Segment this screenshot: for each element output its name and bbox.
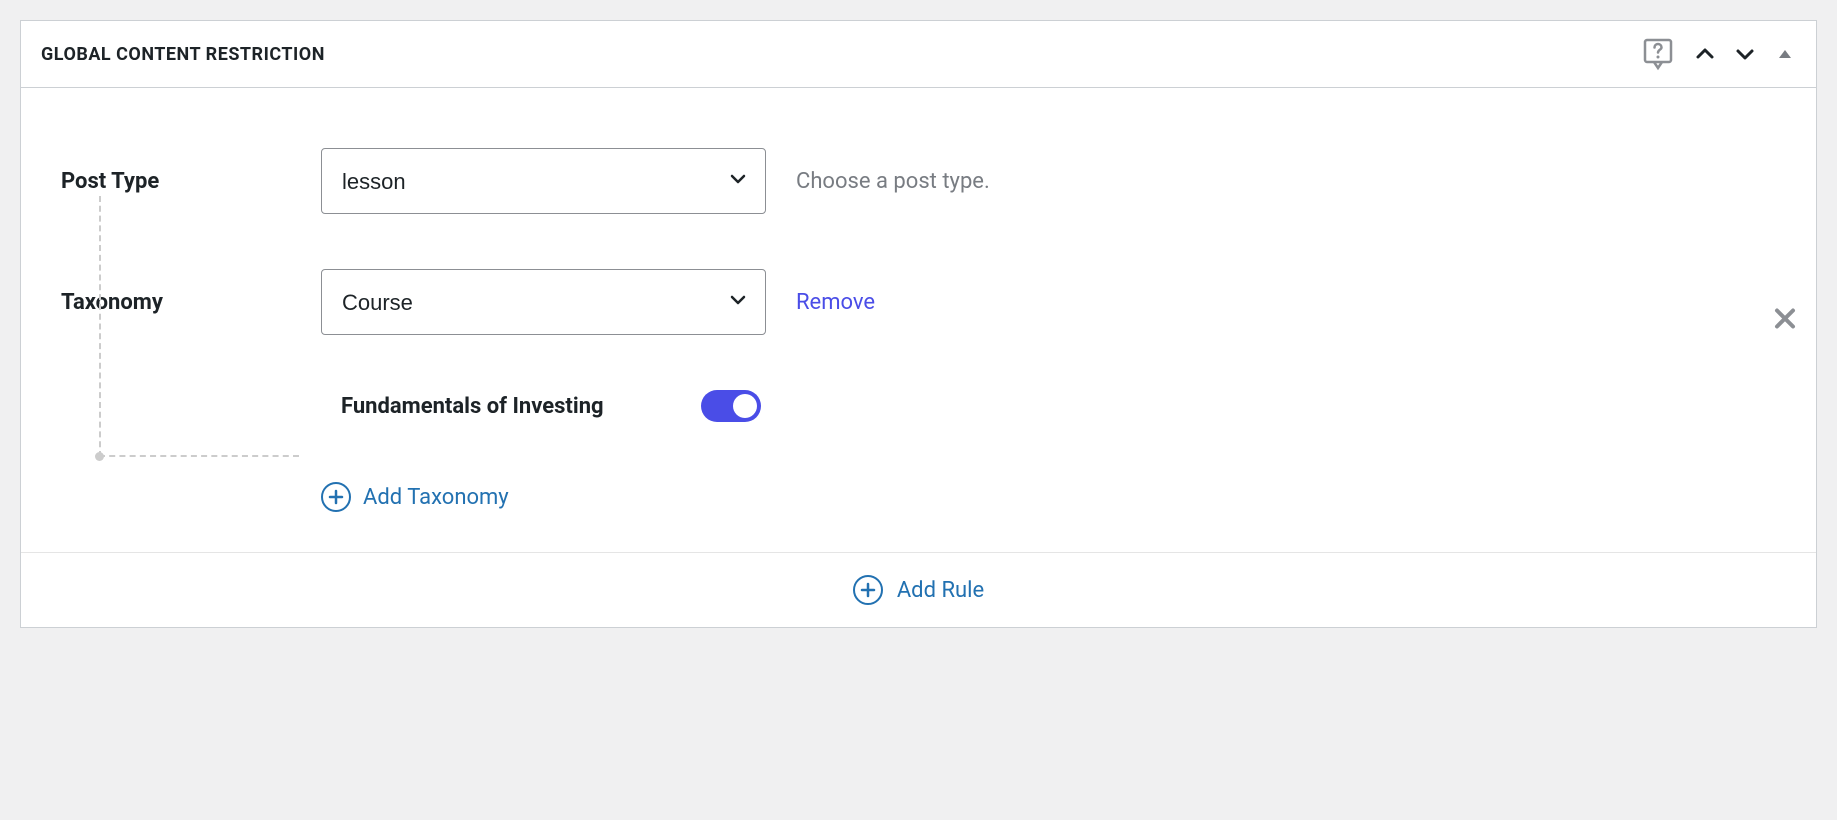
taxonomy-term-label: Fundamentals of Investing xyxy=(341,394,701,419)
add-rule-button[interactable]: Add Rule xyxy=(853,575,984,605)
remove-taxonomy-link[interactable]: Remove xyxy=(796,290,875,315)
panel-body: Post Type lesson Choose a post type. Tax… xyxy=(21,88,1816,552)
taxonomy-row: Taxonomy Course Remove xyxy=(61,269,1776,335)
taxonomy-select-wrap: Course xyxy=(321,269,766,335)
taxonomy-term-toggle[interactable] xyxy=(701,390,761,422)
panel-footer: Add Rule xyxy=(21,552,1816,627)
add-taxonomy-label: Add Taxonomy xyxy=(363,485,509,510)
taxonomy-select[interactable]: Course xyxy=(321,269,766,335)
plus-circle-icon xyxy=(853,575,883,605)
post-type-hint: Choose a post type. xyxy=(796,169,990,194)
add-rule-label: Add Rule xyxy=(897,578,984,603)
global-content-restriction-panel: GLOBAL CONTENT RESTRICTION xyxy=(20,20,1817,628)
tree-connector-vertical xyxy=(99,196,101,457)
tree-connector-horizontal xyxy=(99,455,299,457)
chevron-down-icon[interactable] xyxy=(1734,43,1756,65)
taxonomy-term-row: Fundamentals of Investing xyxy=(321,390,1776,422)
toggle-knob xyxy=(733,394,757,418)
panel-title: GLOBAL CONTENT RESTRICTION xyxy=(41,44,325,65)
add-taxonomy-button[interactable]: Add Taxonomy xyxy=(321,482,1776,512)
post-type-row: Post Type lesson Choose a post type. xyxy=(61,148,1776,214)
post-type-label: Post Type xyxy=(61,169,321,194)
post-type-select-wrap: lesson xyxy=(321,148,766,214)
panel-controls xyxy=(1640,36,1796,72)
panel-header: GLOBAL CONTENT RESTRICTION xyxy=(21,21,1816,88)
chevron-up-icon[interactable] xyxy=(1694,43,1716,65)
collapse-toggle-icon[interactable] xyxy=(1774,43,1796,65)
plus-circle-icon xyxy=(321,482,351,512)
remove-rule-button[interactable] xyxy=(1774,304,1796,337)
help-icon[interactable] xyxy=(1640,36,1676,72)
tree-connector-dot xyxy=(95,452,104,461)
post-type-select[interactable]: lesson xyxy=(321,148,766,214)
